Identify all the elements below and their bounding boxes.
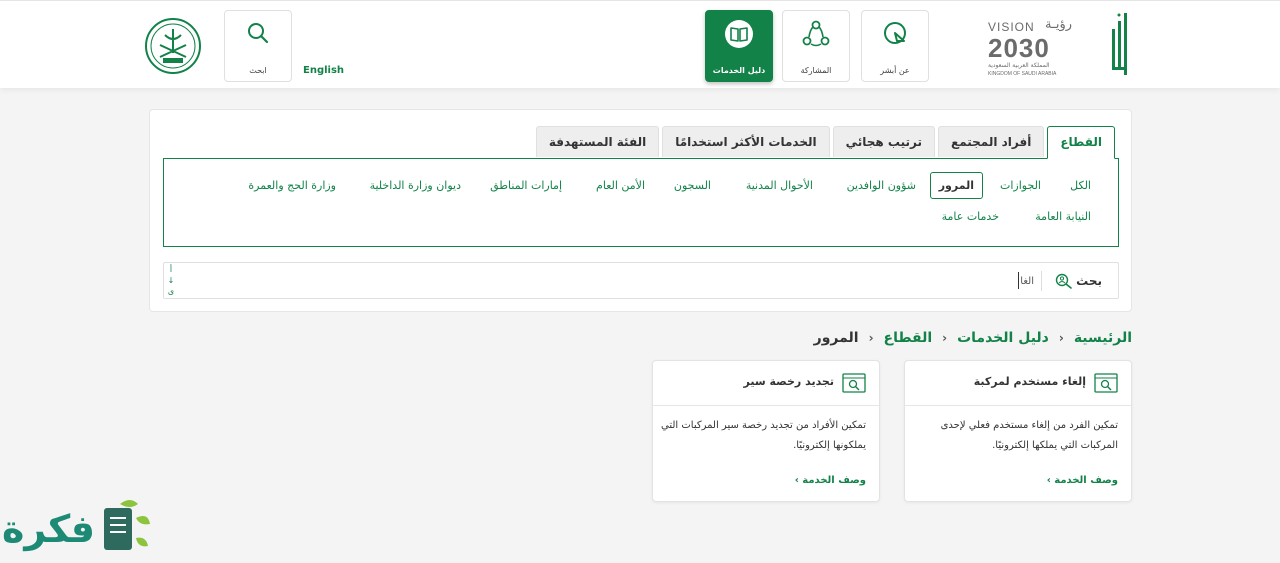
sector-public-security[interactable]: الأمن العام	[596, 179, 645, 192]
nav-search[interactable]: ابحث	[224, 10, 292, 82]
service-card-header: تجديد رخصة سير	[653, 361, 879, 406]
ministry-emblem-icon	[145, 18, 201, 74]
book-icon	[725, 20, 753, 48]
alphabet-mark-top: أ	[169, 265, 173, 274]
breadcrumb: الرئيسية › دليل الخدمات › القطاع › المرو…	[814, 330, 1132, 346]
network-icon	[802, 20, 830, 47]
sector-expat-affairs[interactable]: شؤون الوافدين	[847, 179, 916, 192]
breadcrumb-sector[interactable]: القطاع	[884, 330, 933, 346]
sector-prisons[interactable]: السجون	[674, 179, 711, 192]
alphabet-scroll-marks[interactable]: أ ↓ ى	[167, 264, 175, 297]
sector-hajj-umrah[interactable]: وزارة الحج والعمرة	[248, 179, 336, 192]
service-card-description: تمكين الأفراد من تجديد رخصة سير المركبات…	[661, 420, 866, 451]
service-search-icon	[1094, 373, 1118, 393]
service-search-icon	[842, 373, 866, 393]
service-search-box: بحث أ ↓ ى	[163, 262, 1119, 299]
service-card: إلغاء مستخدم لمركبة تمكين الفرد من إلغاء…	[904, 360, 1132, 502]
vision-country-en: KINGDOM OF SAUDI ARABIA	[988, 71, 1057, 77]
filter-tabs: القطاع أفراد المجتمع ترتيب هجائي الخدمات…	[535, 126, 1115, 159]
service-card: تجديد رخصة سير تمكين الأفراد من تجديد رخ…	[652, 360, 880, 502]
sector-civil-affairs[interactable]: الأحوال المدنية	[746, 179, 813, 192]
tab-target-group[interactable]: الفئة المستهدفة	[535, 126, 660, 157]
language-switch-link[interactable]: English	[303, 65, 344, 76]
nav-participation[interactable]: المشاركة	[782, 10, 850, 82]
breadcrumb-separator: ›	[1058, 331, 1064, 345]
absher-logo[interactable]	[1108, 11, 1132, 77]
text-caret	[1018, 272, 1019, 289]
sector-moi-diwan[interactable]: ديوان وزارة الداخلية	[370, 179, 461, 192]
tab-sector[interactable]: القطاع	[1047, 126, 1115, 159]
nav-about-label: عن أبشر	[880, 66, 910, 75]
service-card-header: إلغاء مستخدم لمركبة	[905, 361, 1131, 406]
vision-title: VISION	[988, 20, 1035, 34]
sector-regional-emirates[interactable]: إمارات المناطق	[490, 179, 562, 192]
breadcrumb-current: المرور	[813, 330, 859, 346]
breadcrumb-separator: ›	[942, 331, 948, 345]
nav-services-guide[interactable]: دليل الخدمات	[705, 10, 773, 82]
tab-alphabetical[interactable]: ترتيب هجائي	[832, 126, 935, 157]
tab-most-used[interactable]: الخدمات الأكثر استخدامًا	[662, 126, 830, 157]
alphabet-mark-bottom: ى	[167, 287, 175, 296]
vision-country-ar: المملكة العربية السعودية	[988, 62, 1050, 69]
sector-list: الكل الجوازات المرور شؤون الوافدين الأحو…	[163, 158, 1119, 247]
service-card-title[interactable]: إلغاء مستخدم لمركبة	[974, 375, 1086, 388]
sector-general-services[interactable]: خدمات عامة	[942, 210, 999, 223]
services-filter-panel: القطاع أفراد المجتمع ترتيب هجائي الخدمات…	[149, 109, 1132, 312]
watermark-text: فكرة	[2, 507, 96, 551]
search-icon	[248, 23, 269, 44]
search-label: بحث	[1076, 274, 1102, 288]
absher-pin-icon	[884, 22, 906, 44]
alphabet-mark-arrow: ↓	[167, 276, 175, 285]
search-divider	[1041, 271, 1042, 291]
tab-community-members[interactable]: أفراد المجتمع	[938, 126, 1045, 157]
nav-search-label: ابحث	[249, 66, 267, 75]
breadcrumb-separator: ›	[868, 331, 874, 345]
top-header: VISION رؤيـة 2030 المملكة العربية السعود…	[0, 0, 1280, 88]
nav-participation-label: المشاركة	[800, 66, 832, 75]
sector-all[interactable]: الكل	[1070, 179, 1091, 192]
breadcrumb-services-guide[interactable]: دليل الخدمات	[957, 330, 1049, 346]
sector-traffic[interactable]: المرور	[929, 172, 983, 199]
sector-passports[interactable]: الجوازات	[1000, 179, 1041, 192]
service-card-title[interactable]: تجديد رخصة سير	[744, 375, 834, 388]
search-person-icon[interactable]	[1054, 272, 1074, 290]
breadcrumb-home[interactable]: الرئيسية	[1074, 330, 1132, 346]
nav-about-absher[interactable]: عن أبشر	[861, 10, 929, 82]
service-description-link[interactable]: وصف الخدمة ›	[795, 475, 866, 486]
nav-services-guide-label: دليل الخدمات	[712, 66, 766, 75]
sector-public-prosecution[interactable]: النيابة العامة	[1035, 210, 1091, 223]
vision-2030-logo: VISION رؤيـة 2030 المملكة العربية السعود…	[986, 15, 1076, 81]
service-description-link[interactable]: وصف الخدمة ›	[1047, 475, 1118, 486]
vision-arabic: رؤيـة	[1045, 17, 1072, 32]
search-input[interactable]	[274, 270, 1034, 292]
vision-year: 2030	[988, 33, 1050, 63]
service-card-description: تمكين الفرد من إلغاء مستخدم فعلي لإحدى ا…	[940, 420, 1118, 451]
